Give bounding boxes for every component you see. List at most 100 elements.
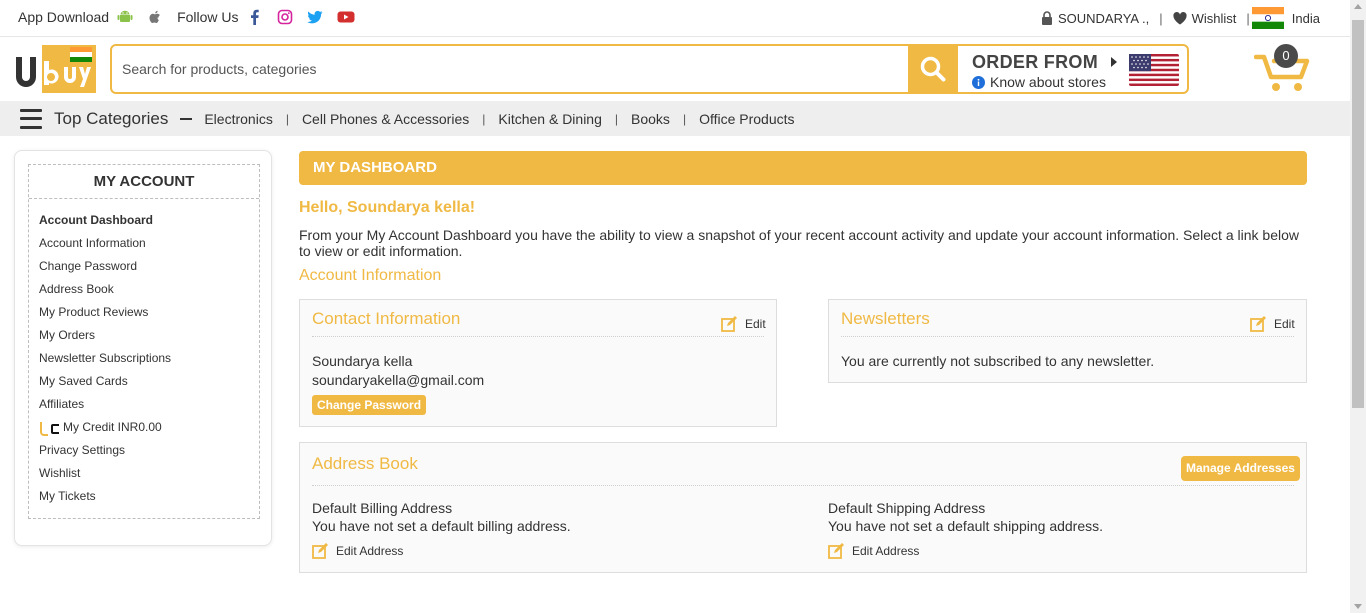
scroll-down-arrow-icon[interactable]	[1354, 604, 1362, 609]
greeting: Hello, Soundarya kella!	[299, 199, 476, 216]
account-nav: MY ACCOUNT Account Dashboard Account Inf…	[28, 164, 260, 519]
account-nav-list: Account Dashboard Account Information Ch…	[29, 199, 259, 508]
dashboard-main: MY DASHBOARD Hello, Soundarya kella! Fro…	[299, 151, 1307, 285]
newsletters-box: Newsletters Edit You are currently not s…	[828, 299, 1307, 383]
my-account-heading: MY ACCOUNT	[29, 165, 259, 199]
category-links: Electronics | Cell Phones & Accessories …	[204, 111, 794, 127]
edit-icon	[312, 543, 328, 559]
cart-button[interactable]: 0	[1253, 43, 1314, 93]
apple-icon[interactable]	[147, 9, 163, 25]
top-bar: App Download Follow Us SOUNDARYA ., | Wi…	[0, 0, 1350, 37]
category-electronics[interactable]: Electronics	[204, 111, 272, 127]
sidebar-item-wishlist[interactable]: Wishlist	[39, 462, 259, 485]
divider: |	[1159, 10, 1163, 26]
account-sidebar: MY ACCOUNT Account Dashboard Account Inf…	[14, 150, 272, 546]
category-office-products[interactable]: Office Products	[699, 111, 794, 127]
divider	[312, 485, 1294, 486]
search-bar: ORDER FROM Know about stores	[110, 44, 1189, 94]
change-password-button[interactable]: Change Password	[312, 395, 427, 415]
sidebar-item-account-information[interactable]: Account Information	[39, 232, 259, 255]
divider: |	[614, 111, 619, 126]
app-download-label[interactable]: App Download	[18, 9, 109, 25]
ubuy-logo[interactable]	[14, 45, 96, 95]
shipping-address-text: You have not set a default shipping addr…	[828, 518, 1104, 534]
newsletters-title: Newsletters	[841, 309, 930, 328]
billing-edit-address-label: Edit Address	[336, 544, 404, 558]
contact-edit-link[interactable]: Edit	[721, 316, 766, 332]
follow-us-label: Follow Us	[177, 9, 239, 25]
address-book-box: Address Book Manage Addresses Default Bi…	[299, 442, 1307, 573]
shipping-edit-address-link[interactable]: Edit Address	[828, 543, 919, 559]
sidebar-item-my-tickets[interactable]: My Tickets	[39, 485, 259, 508]
billing-address-title: Default Billing Address	[312, 500, 453, 516]
sidebar-item-account-dashboard[interactable]: Account Dashboard	[39, 209, 259, 232]
manage-addresses-button[interactable]: Manage Addresses	[1181, 456, 1300, 481]
instagram-icon[interactable]	[277, 9, 293, 25]
country-label[interactable]: India	[1292, 11, 1320, 26]
search-icon	[920, 56, 946, 82]
divider	[312, 336, 764, 337]
divider: |	[482, 111, 486, 126]
search-button[interactable]	[908, 46, 958, 92]
newsletter-status: You are currently not subscribed to any …	[841, 353, 1155, 369]
contact-information-title: Contact Information	[312, 309, 461, 328]
category-kitchen-dining[interactable]: Kitchen & Dining	[498, 111, 602, 127]
edit-icon	[721, 316, 737, 332]
sidebar-item-my-orders[interactable]: My Orders	[39, 324, 259, 347]
category-cell-phones[interactable]: Cell Phones & Accessories	[302, 111, 469, 127]
hamburger-menu-icon[interactable]	[20, 108, 42, 129]
account-information-heading: Account Information	[299, 267, 442, 284]
sidebar-item-change-password[interactable]: Change Password	[39, 255, 259, 278]
scrollbar-thumb[interactable]	[1352, 20, 1364, 408]
dashboard-title: MY DASHBOARD	[299, 151, 1307, 185]
sidebar-item-product-reviews[interactable]: My Product Reviews	[39, 301, 259, 324]
youtube-icon[interactable]	[337, 9, 355, 25]
twitter-icon[interactable]	[306, 9, 323, 25]
contact-edit-label: Edit	[745, 317, 766, 331]
info-icon	[972, 75, 985, 89]
category-books[interactable]: Books	[631, 111, 670, 127]
sidebar-item-saved-cards[interactable]: My Saved Cards	[39, 370, 259, 393]
sidebar-item-address-book[interactable]: Address Book	[39, 278, 259, 301]
shipping-address-title: Default Shipping Address	[828, 500, 986, 516]
newsletters-edit-label: Edit	[1274, 317, 1295, 331]
my-credit-label: My Credit INR0.00	[63, 420, 162, 434]
user-account-link[interactable]: SOUNDARYA .,	[1058, 11, 1149, 26]
edit-icon	[828, 543, 844, 559]
facebook-icon[interactable]	[247, 9, 263, 25]
usa-flag-icon[interactable]	[1129, 54, 1179, 86]
top-bar-right: SOUNDARYA ., | Wishlist | India	[1041, 7, 1320, 29]
android-icon[interactable]	[117, 9, 133, 25]
edit-icon	[1250, 316, 1266, 332]
page-scrollbar[interactable]	[1350, 0, 1366, 613]
cart-count-badge: 0	[1274, 44, 1298, 68]
site-header: ORDER FROM Know about stores	[0, 37, 1350, 101]
wishlist-link[interactable]: Wishlist	[1192, 11, 1237, 26]
billing-address-text: You have not set a default billing addre…	[312, 518, 571, 534]
sidebar-item-my-credit[interactable]: My Credit INR0.00	[39, 416, 259, 439]
scroll-up-arrow-icon[interactable]	[1354, 4, 1362, 9]
divider: |	[1246, 10, 1250, 26]
order-from-label: ORDER FROM	[972, 52, 1119, 73]
order-from-selector[interactable]: ORDER FROM Know about stores	[972, 52, 1119, 90]
divider	[180, 117, 193, 120]
sidebar-item-affiliates[interactable]: Affiliates	[39, 393, 259, 416]
divider: |	[285, 111, 289, 126]
divider: |	[682, 111, 687, 126]
divider	[841, 336, 1294, 337]
know-about-stores-link[interactable]: Know about stores	[972, 74, 1119, 90]
newsletters-edit-link[interactable]: Edit	[1250, 316, 1295, 332]
contact-information-box: Contact Information Edit Soundarya kella…	[299, 299, 777, 427]
search-input[interactable]	[122, 46, 902, 92]
lock-icon	[1041, 11, 1052, 25]
contact-name: Soundarya kella	[312, 353, 413, 369]
india-flag-icon[interactable]	[1251, 7, 1284, 29]
sidebar-item-newsletter-subscriptions[interactable]: Newsletter Subscriptions	[39, 347, 259, 370]
contact-email: soundaryakella@gmail.com	[312, 372, 485, 388]
top-categories-label[interactable]: Top Categories	[54, 109, 168, 129]
dashboard-intro: From your My Account Dashboard you have …	[299, 227, 1299, 259]
billing-edit-address-link[interactable]: Edit Address	[312, 543, 403, 559]
shipping-edit-address-label: Edit Address	[852, 544, 920, 558]
sidebar-item-privacy-settings[interactable]: Privacy Settings	[39, 439, 259, 462]
category-bar: Top Categories Electronics | Cell Phones…	[0, 101, 1350, 136]
